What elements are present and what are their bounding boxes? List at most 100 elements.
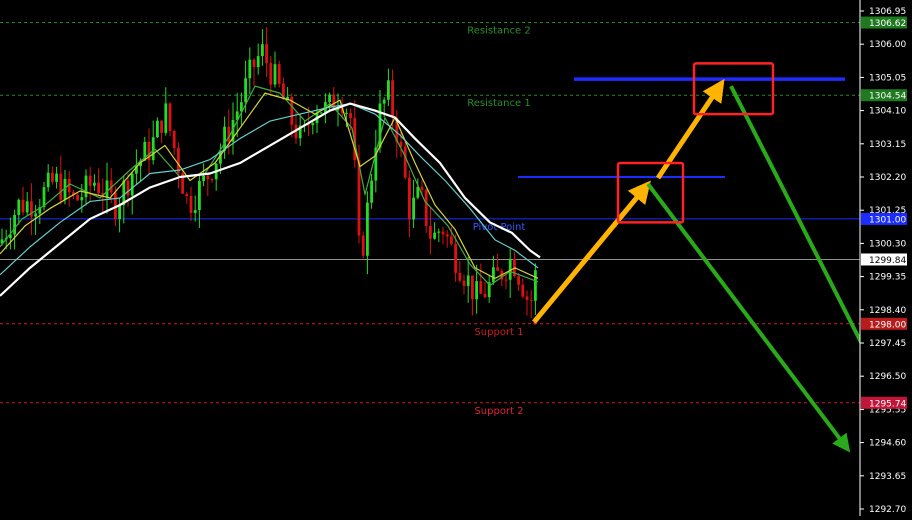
candle-body (126, 180, 130, 196)
candle-body (534, 270, 537, 301)
candle-body (88, 175, 92, 186)
candle-body (177, 148, 180, 174)
level-tag-text-4: 1295.74 (869, 399, 906, 409)
candle-body (105, 180, 109, 198)
candle-body (80, 197, 84, 201)
candle-body (349, 112, 352, 119)
candle-body (189, 196, 193, 213)
candle-body (76, 194, 79, 201)
ytick-label: 1298.40 (869, 306, 906, 316)
candle-body (21, 199, 25, 213)
candle-body (172, 130, 176, 149)
price-chart: Resistance 2 Resistance 1 Pivot Point Suppo… (0, 0, 912, 516)
candle-body (17, 199, 21, 216)
candle-body (517, 276, 520, 285)
candle-body (34, 213, 37, 217)
candle-body (466, 275, 470, 286)
candle-body (269, 62, 273, 85)
candle-body (256, 56, 260, 68)
candle-body (164, 103, 168, 133)
candle-body (504, 279, 508, 281)
candle-body (420, 186, 424, 190)
candle-body (458, 272, 462, 281)
candle-body (244, 78, 247, 103)
candle-body (223, 126, 226, 151)
candle-body (160, 120, 163, 133)
candle-body (345, 112, 348, 114)
candle-body (412, 197, 415, 220)
candle-body (471, 275, 474, 300)
ytick-label: 1303.15 (869, 140, 906, 150)
candle-body (206, 175, 210, 180)
candle-body (366, 202, 369, 256)
candle-body (42, 187, 46, 208)
candle-body (433, 232, 436, 239)
candle-body (151, 137, 155, 161)
candle-body (97, 182, 100, 194)
candle-body (261, 44, 264, 57)
level-label-3: Support 1 (474, 327, 523, 338)
chart-svg: Resistance 2Resistance 1Pivot PointSuppo… (0, 0, 912, 516)
candle-body (252, 59, 256, 68)
ytick-label: 1299.35 (869, 273, 906, 283)
candle-body (475, 281, 478, 300)
candle-body (382, 99, 386, 104)
candle-body (429, 226, 432, 239)
level-label-1: Resistance 1 (467, 98, 530, 109)
level-tag-text-0: 1306.62 (869, 19, 906, 29)
candle-body (361, 235, 365, 256)
candle-body (492, 267, 495, 283)
candle-body (273, 64, 277, 85)
candle-body (198, 181, 201, 211)
candle-body (462, 280, 466, 286)
candle-body (202, 175, 205, 182)
candle-body (424, 189, 428, 227)
candle-body (391, 80, 394, 118)
ytick-label: 1296.50 (869, 372, 906, 382)
candle-body (156, 120, 159, 138)
candle-body (93, 182, 96, 186)
candle-body (168, 103, 172, 131)
candle-body (46, 172, 50, 188)
candle-body (84, 175, 88, 198)
ytick-label: 1306.00 (869, 40, 906, 50)
current-price-text: 1299.84 (869, 256, 906, 266)
ytick-label: 1305.05 (869, 73, 906, 83)
level-label-4: Support 2 (474, 406, 523, 417)
candle-body (193, 210, 197, 213)
level-label-0: Resistance 2 (467, 26, 530, 37)
candle-body (521, 284, 525, 297)
candle-body (55, 173, 58, 182)
candle-body (496, 267, 499, 271)
candle-body (210, 179, 214, 181)
candle-body (445, 234, 449, 237)
candle-body (130, 173, 134, 196)
candle-body (454, 243, 457, 273)
candle-body (277, 64, 281, 84)
level-tag-text-3: 1298.00 (869, 320, 906, 330)
candle-body (525, 296, 529, 300)
ytick-label: 1297.45 (869, 339, 906, 349)
price-axis: 1306.95 1306.00 1305.05 1304.10 1303.15 1302.… (859, 0, 912, 516)
ytick-label: 1302.20 (869, 173, 906, 183)
ytick-label: 1304.10 (869, 107, 906, 117)
candle-body (408, 177, 411, 220)
candle-body (25, 201, 29, 213)
ytick-label: 1300.30 (869, 239, 906, 249)
ytick-label: 1294.60 (869, 439, 906, 449)
level-tag-text-1: 1304.54 (869, 92, 906, 102)
candle-body (529, 299, 533, 301)
candle-body (59, 173, 63, 200)
candle-body (265, 44, 268, 63)
candle-body (51, 172, 54, 182)
candle-body (441, 231, 445, 235)
ytick-label: 1306.95 (869, 7, 906, 17)
ytick-label: 1292.70 (869, 505, 906, 515)
candle-body (319, 112, 323, 114)
candle-body (311, 123, 315, 126)
candle-body (450, 236, 453, 244)
candle-body (479, 281, 483, 294)
level-tag-text-2: 1301.00 (869, 215, 906, 225)
candle-body (13, 215, 16, 235)
candle-body (483, 293, 487, 298)
